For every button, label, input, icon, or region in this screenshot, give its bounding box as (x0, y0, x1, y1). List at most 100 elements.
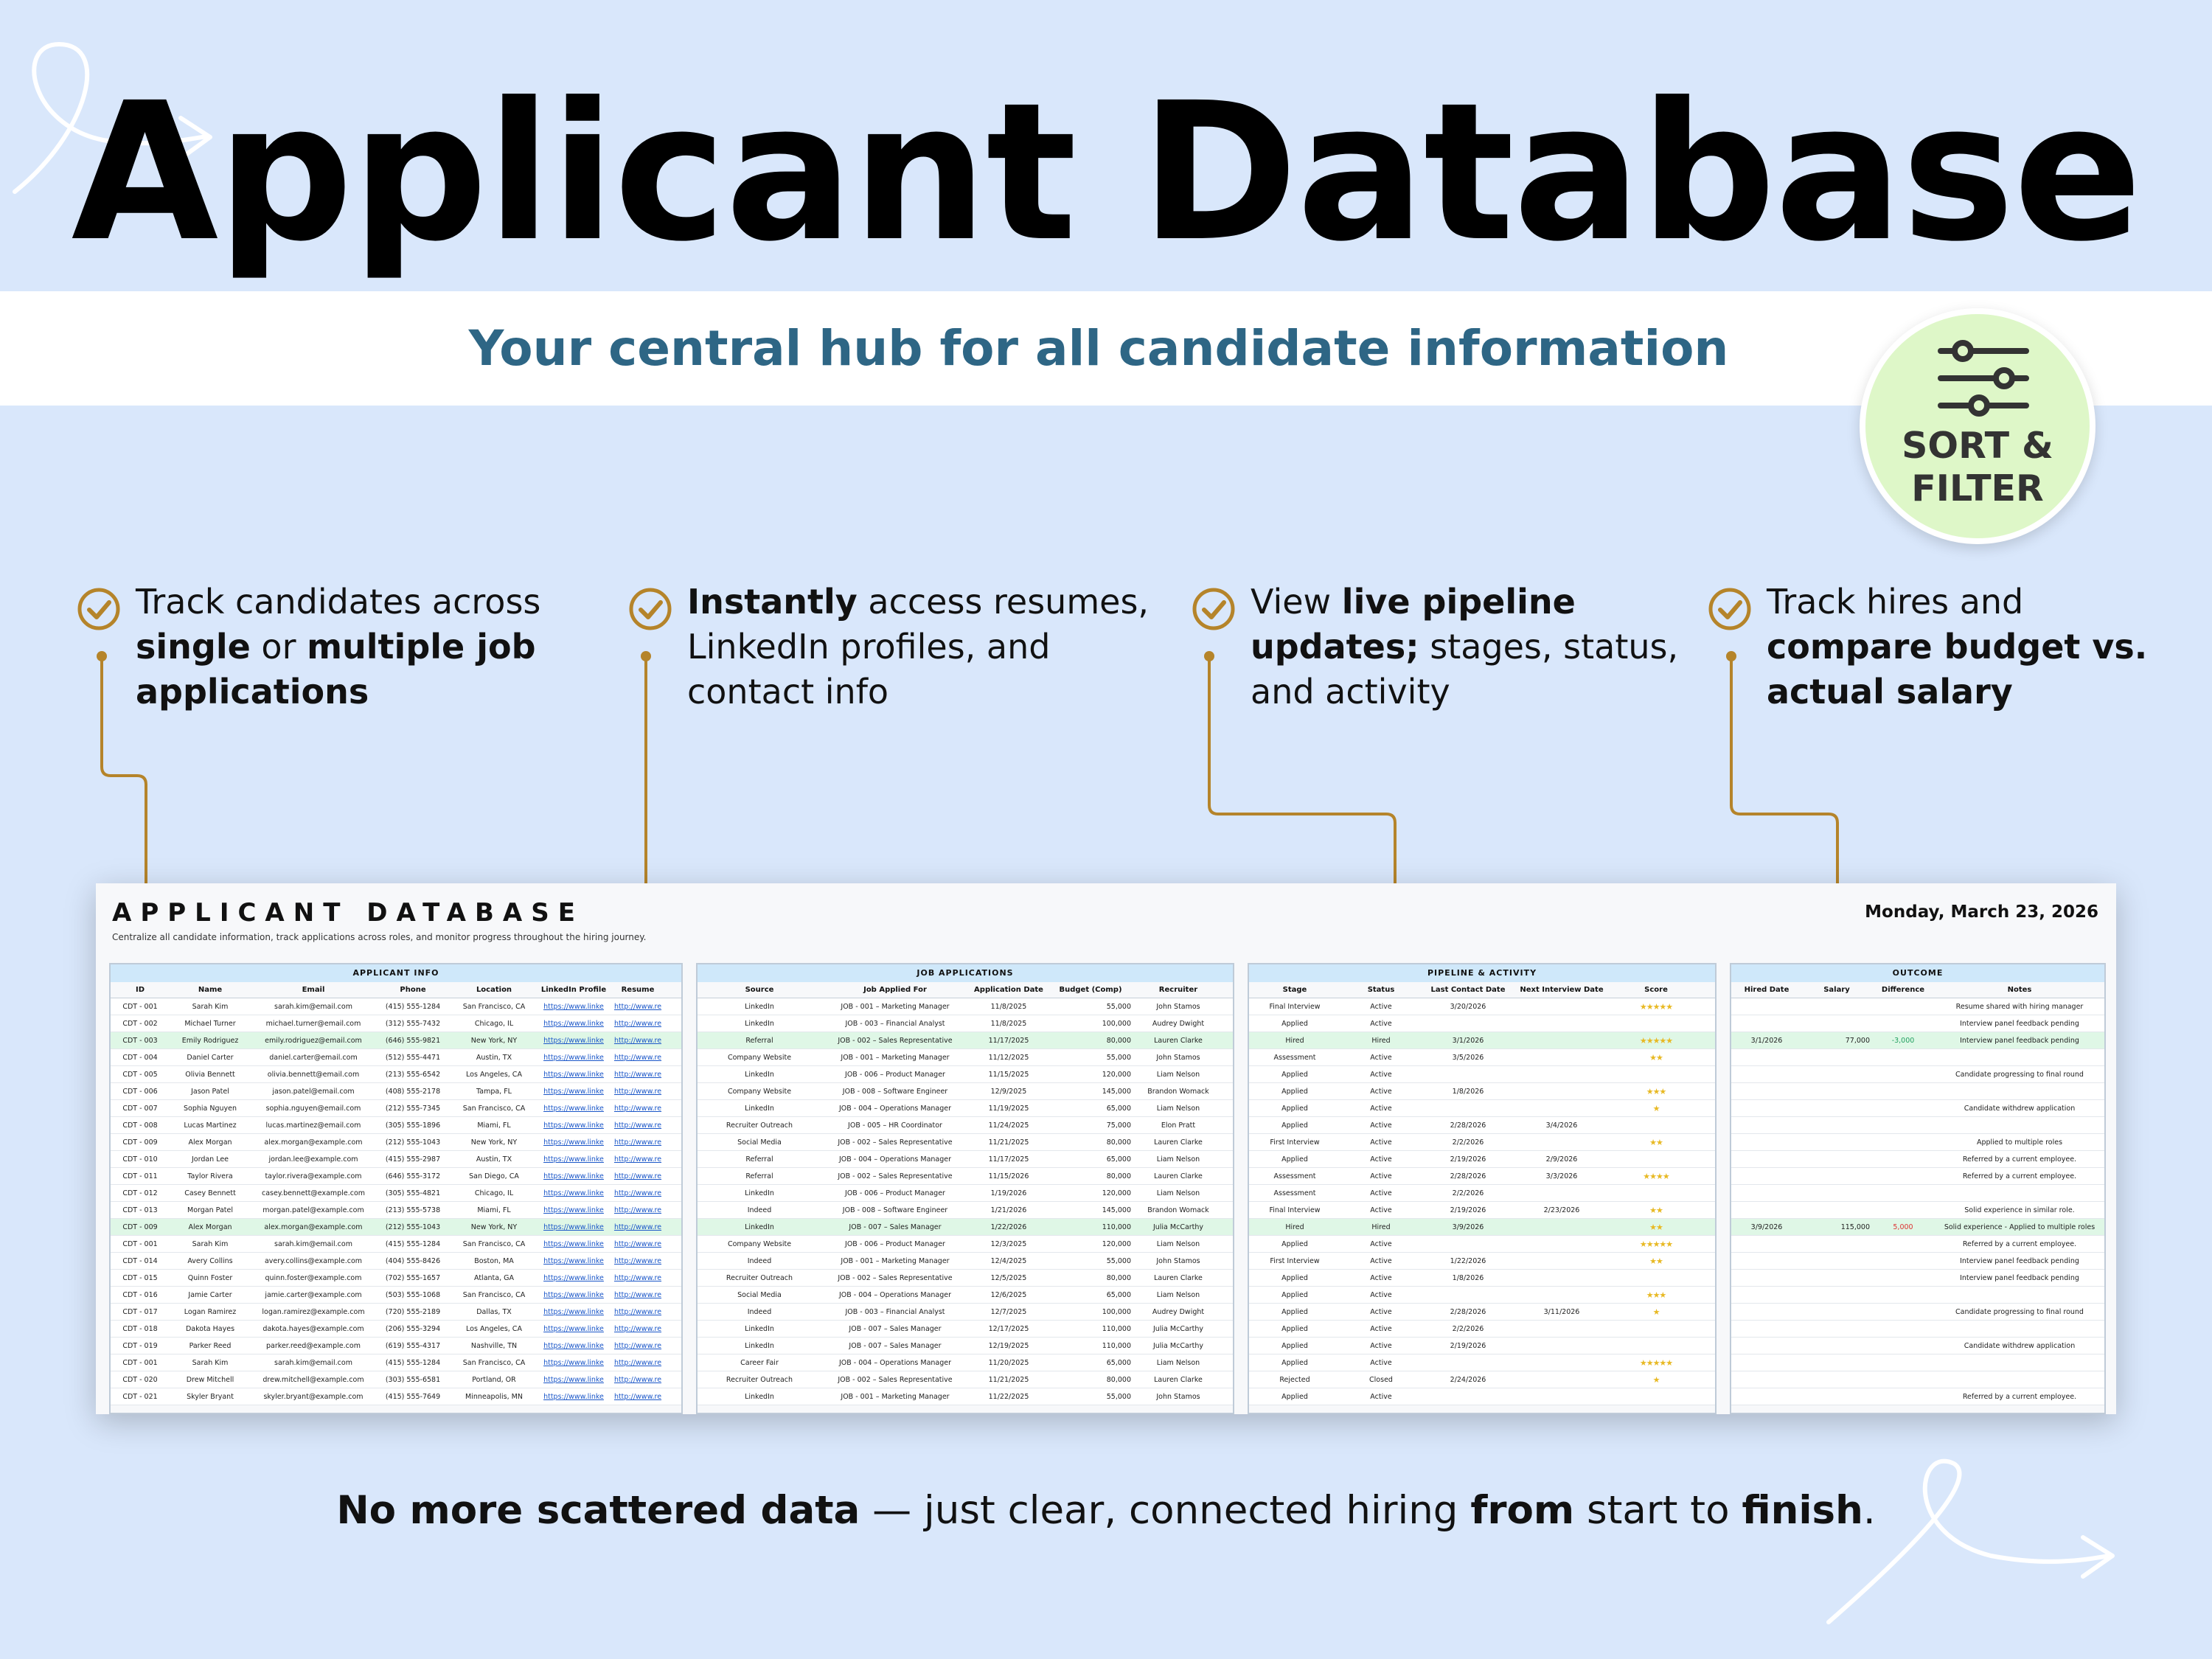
cell-li[interactable]: https://www.linke (538, 1236, 609, 1252)
column-header[interactable]: Budget (Comp) (1048, 982, 1133, 998)
cell-date: 12/17/2025 (988, 1325, 1029, 1333)
column-header[interactable]: Name (170, 982, 251, 998)
cell-src: Company Website (727, 1088, 792, 1096)
cell-li[interactable]: https://www.linke (538, 1321, 609, 1337)
column-header[interactable]: Job Applied For (821, 982, 969, 998)
cell-li[interactable]: https://www.linke (538, 1354, 609, 1371)
column-header[interactable]: Stage (1249, 982, 1340, 998)
cell-res[interactable]: http://www.re (609, 1253, 667, 1269)
column-header[interactable]: LinkedIn Profile (538, 982, 609, 998)
cell-rec: Liam Nelson (1156, 1155, 1200, 1164)
cell-res[interactable]: http://www.re (609, 1270, 667, 1286)
cell-li[interactable]: https://www.linke (538, 1117, 609, 1133)
column-header[interactable]: Status (1340, 982, 1422, 998)
column-header[interactable]: Score (1609, 982, 1703, 998)
cell-res[interactable]: http://www.re (609, 1371, 667, 1388)
cell-last: 2/24/2026 (1450, 1376, 1486, 1384)
cell-li[interactable]: https://www.linke (538, 1338, 609, 1354)
cell-res[interactable]: http://www.re (609, 1321, 667, 1337)
cell-res[interactable]: http://www.re (609, 1168, 667, 1184)
cell-last (1422, 1066, 1514, 1082)
cell-status: Active (1370, 1172, 1392, 1180)
cell-res[interactable]: http://www.re (609, 1304, 667, 1320)
cell-res[interactable]: http://www.re (609, 1032, 667, 1048)
cell-res[interactable]: http://www.re (609, 1100, 667, 1116)
column-header[interactable]: Email (251, 982, 376, 998)
cell-res[interactable]: http://www.re (609, 998, 667, 1015)
cell-res[interactable]: http://www.re (609, 1354, 667, 1371)
column-header[interactable]: Resume (609, 982, 667, 998)
cell-li[interactable]: https://www.linke (538, 1270, 609, 1286)
cell-li[interactable]: https://www.linke (538, 1032, 609, 1048)
cell-diff (1871, 1236, 1935, 1252)
cell-res[interactable]: http://www.re (609, 1117, 667, 1133)
cell-diff (1871, 1371, 1935, 1388)
cell-li[interactable]: https://www.linke (538, 1134, 609, 1150)
column-header[interactable]: Hired Date (1731, 982, 1802, 998)
cell-li[interactable]: https://www.linke (538, 1066, 609, 1082)
column-header[interactable]: Source (698, 982, 821, 998)
cell-li[interactable]: https://www.linke (538, 1371, 609, 1388)
cell-res[interactable]: http://www.re (609, 1134, 667, 1150)
table-row: Applied Active ★★★★★ (1249, 1236, 1715, 1253)
cell-res[interactable]: http://www.re (609, 1338, 667, 1354)
column-header[interactable]: Salary (1802, 982, 1871, 998)
cell-next (1514, 1338, 1609, 1354)
column-header[interactable]: Phone (376, 982, 450, 998)
cell-phone: (720) 555-2189 (385, 1308, 441, 1316)
column-header[interactable]: Next Interview Date (1514, 982, 1609, 998)
cell-li[interactable]: https://www.linke (538, 1049, 609, 1065)
cell-res[interactable]: http://www.re (609, 1083, 667, 1099)
cell-score (1609, 1270, 1703, 1286)
cell-name: Sarah Kim (192, 1359, 229, 1367)
cell-li[interactable]: https://www.linke (538, 1388, 609, 1405)
cell-res[interactable]: http://www.re (609, 1202, 667, 1218)
cell-res[interactable]: http://www.re (609, 1287, 667, 1303)
cell-res[interactable]: http://www.re (609, 1049, 667, 1065)
cell-date: 12/7/2025 (990, 1308, 1027, 1316)
cell-res[interactable]: http://www.re (609, 1236, 667, 1252)
cell-next (1514, 1083, 1609, 1099)
column-header[interactable]: Difference (1871, 982, 1935, 998)
cell-res[interactable]: http://www.re (609, 1015, 667, 1032)
cell-stage: Applied (1281, 1308, 1308, 1316)
cell-next: 3/3/2026 (1545, 1172, 1578, 1180)
column-header[interactable]: Notes (1935, 982, 2104, 998)
cell-li[interactable]: https://www.linke (538, 1083, 609, 1099)
cell-hired: 3/9/2026 (1750, 1223, 1783, 1231)
cell-li[interactable]: https://www.linke (538, 998, 609, 1015)
cell-li[interactable]: https://www.linke (538, 1100, 609, 1116)
cell-li[interactable]: https://www.linke (538, 1015, 609, 1032)
cell-res[interactable]: http://www.re (609, 1219, 667, 1235)
cell-loc: San Diego, CA (469, 1172, 519, 1180)
cell-li[interactable]: https://www.linke (538, 1304, 609, 1320)
cell-name: Alex Morgan (188, 1223, 232, 1231)
table-row: Referral JOB - 004 – Operations Manager 11… (698, 1151, 1233, 1168)
column-header[interactable]: Location (450, 982, 538, 998)
cell-li[interactable]: https://www.linke (538, 1219, 609, 1235)
cell-email: casey.bennett@example.com (261, 1189, 366, 1197)
cell-src: LinkedIn (745, 1223, 774, 1231)
cell-status: Active (1370, 1308, 1392, 1316)
cell-hired (1731, 998, 1802, 1015)
cell-res[interactable]: http://www.re (609, 1185, 667, 1201)
column-header[interactable]: Application Date (969, 982, 1048, 998)
cell-li[interactable]: https://www.linke (538, 1185, 609, 1201)
cell-li[interactable]: https://www.linke (538, 1253, 609, 1269)
cell-date: 12/5/2025 (990, 1274, 1027, 1282)
cell-li[interactable]: https://www.linke (538, 1168, 609, 1184)
cell-job: JOB - 002 – Sales Representative (838, 1274, 953, 1282)
column-header[interactable]: Recruiter (1133, 982, 1224, 998)
cell-res[interactable]: http://www.re (609, 1151, 667, 1167)
cell-li[interactable]: https://www.linke (538, 1202, 609, 1218)
cell-li[interactable]: https://www.linke (538, 1151, 609, 1167)
cell-src: LinkedIn (745, 1105, 774, 1113)
cell-res[interactable]: http://www.re (609, 1388, 667, 1405)
column-header[interactable]: Last Contact Date (1422, 982, 1514, 998)
cell-res[interactable]: http://www.re (609, 1066, 667, 1082)
cell-id: CDT - 017 (122, 1308, 158, 1316)
sort-filter-badge: SORT & FILTER (1860, 308, 2096, 544)
cell-stage: Applied (1281, 1020, 1308, 1028)
column-header[interactable]: ID (111, 982, 170, 998)
cell-li[interactable]: https://www.linke (538, 1287, 609, 1303)
